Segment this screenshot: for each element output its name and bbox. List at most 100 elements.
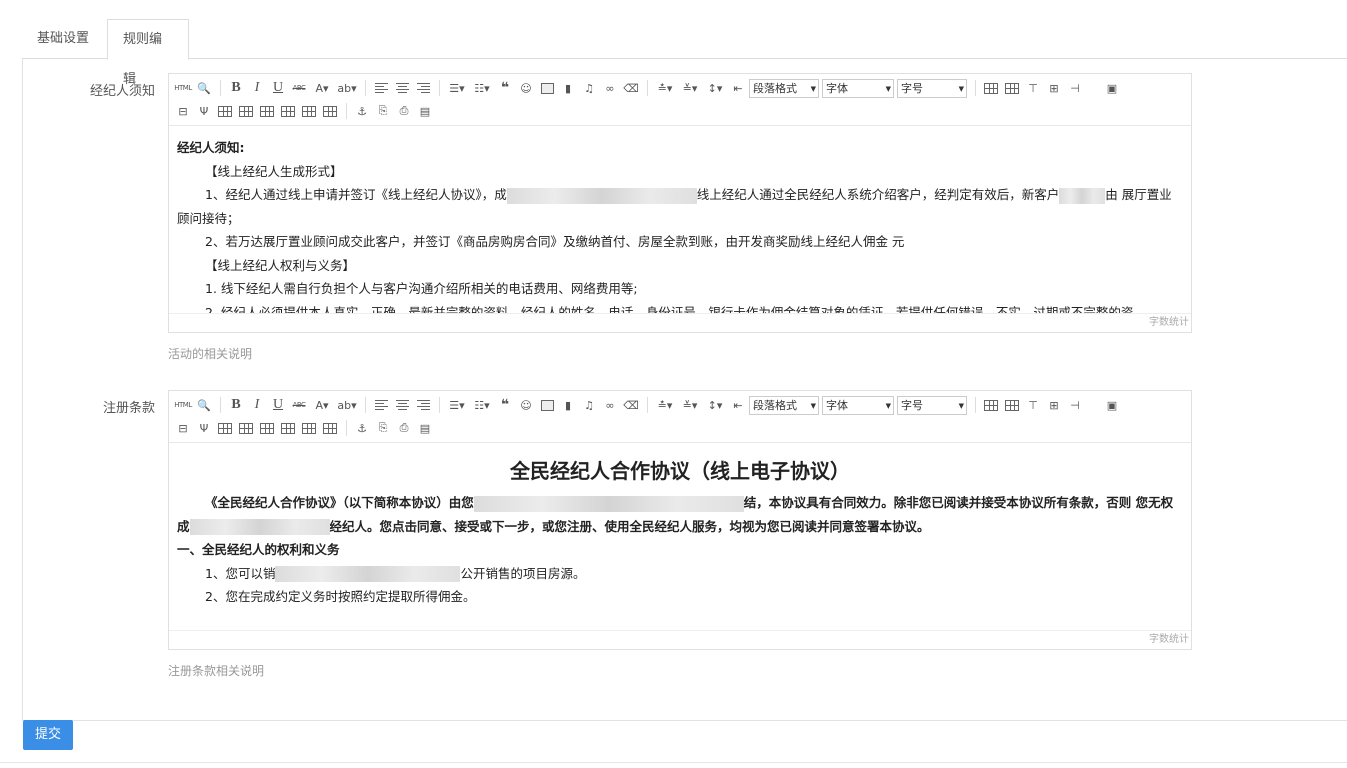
html-source-icon[interactable]: HTML — [173, 395, 193, 415]
broker-notice-editor[interactable]: HTML 🔍 B I U ABC A▾ ab▾ ☰▾ ☷▾ ❝ ☺ ▮ ♫ ∞ … — [168, 73, 1192, 333]
quote-icon[interactable]: ❝ — [495, 78, 515, 98]
highlight-color-icon[interactable]: ab▾ — [335, 395, 359, 415]
video-icon[interactable]: ▮ — [558, 78, 578, 98]
merge-cells-icon[interactable]: ⊟ — [173, 101, 193, 121]
insert-table-icon[interactable] — [981, 78, 1001, 98]
registration-terms-editor[interactable]: HTML 🔍 B I U ABC A▾ ab▾ ☰▾ ☷▾ ❝ ☺ ▮ ♫ ∞ … — [168, 390, 1192, 650]
line-height-icon[interactable]: ↕▾ — [703, 395, 727, 415]
unordered-list-icon[interactable]: ☷▾ — [470, 395, 494, 415]
indent-icon[interactable]: ⇤ — [728, 78, 748, 98]
preview-icon[interactable]: 🔍 — [194, 395, 214, 415]
template-icon[interactable]: ▤ — [415, 101, 435, 121]
delete-table-icon[interactable] — [320, 418, 340, 438]
emoji-icon[interactable]: ☺ — [516, 395, 536, 415]
delete-row-icon[interactable] — [299, 418, 319, 438]
agreement-title: 全民经纪人合作协议（线上电子协议） — [510, 459, 850, 483]
indent-icon[interactable]: ⇤ — [728, 395, 748, 415]
align-right-icon[interactable] — [413, 395, 433, 415]
link-icon[interactable]: ∞ — [600, 78, 620, 98]
music-icon[interactable]: ♫ — [579, 395, 599, 415]
insert-row-icon[interactable]: ⊤ — [1023, 78, 1043, 98]
ordered-list-icon[interactable]: ☰▾ — [445, 78, 469, 98]
align-center-icon[interactable] — [392, 395, 412, 415]
anchor-icon[interactable]: ⚓ — [352, 418, 372, 438]
insert-col-icon[interactable]: ⊞ — [1044, 395, 1064, 415]
font-family-select[interactable]: 字体 ▼ — [822, 78, 894, 98]
broker-notice-content[interactable]: 经纪人须知: 【线上经纪人生成形式】 1、经纪人通过线上申请并签订《线上经纪人协… — [169, 128, 1191, 314]
fullscreen-icon[interactable]: ▣ — [1102, 78, 1122, 98]
print-icon[interactable]: ⎙ — [394, 101, 414, 121]
delete-col-icon[interactable]: ⊣ — [1065, 78, 1085, 98]
delete-row-icon[interactable] — [299, 101, 319, 121]
page-break-icon[interactable]: ⎘ — [373, 101, 393, 121]
align-center-icon[interactable] — [392, 78, 412, 98]
footer-divider — [0, 762, 1347, 763]
strikethrough-icon[interactable]: ABC — [289, 395, 309, 415]
font-size-select[interactable]: 字号 ▼ — [897, 395, 967, 415]
align-left-icon[interactable] — [371, 78, 391, 98]
bold-icon[interactable]: B — [226, 78, 246, 98]
music-icon[interactable]: ♫ — [579, 78, 599, 98]
underline-icon[interactable]: U — [268, 78, 288, 98]
insert-table-icon[interactable] — [981, 395, 1001, 415]
quote-icon[interactable]: ❝ — [495, 395, 515, 415]
merge-right-icon[interactable] — [215, 418, 235, 438]
notice-paragraph-1: 1、经纪人通过线上申请并签订《线上经纪人协议》，成 线上经纪人通过全民经纪人系统介… — [177, 187, 1172, 226]
split-cols-icon[interactable] — [278, 101, 298, 121]
eraser-icon[interactable]: ⌫ — [621, 395, 641, 415]
split-cells-icon[interactable]: Ψ — [194, 101, 214, 121]
emoji-icon[interactable]: ☺ — [516, 78, 536, 98]
registration-terms-content[interactable]: 全民经纪人合作协议（线上电子协议） 《全民经纪人合作协议》（以下简称本协议）由您… — [169, 445, 1191, 631]
delete-table-icon[interactable] — [320, 101, 340, 121]
bold-icon[interactable]: B — [226, 395, 246, 415]
split-rows-icon[interactable] — [257, 418, 277, 438]
template-icon[interactable]: ▤ — [415, 418, 435, 438]
print-icon[interactable]: ⎙ — [394, 418, 414, 438]
fullscreen-icon[interactable]: ▣ — [1102, 395, 1122, 415]
page-break-icon[interactable]: ⎘ — [373, 418, 393, 438]
image-icon[interactable] — [537, 395, 557, 415]
font-color-icon[interactable]: A▾ — [310, 78, 334, 98]
tab-rule-editing[interactable]: 规则编辑 — [107, 19, 189, 87]
highlight-color-icon[interactable]: ab▾ — [335, 78, 359, 98]
align-right-icon[interactable] — [413, 78, 433, 98]
italic-icon[interactable]: I — [247, 78, 267, 98]
merge-down-icon[interactable] — [236, 101, 256, 121]
split-cols-icon[interactable] — [278, 418, 298, 438]
submit-button[interactable]: 提交 — [23, 720, 73, 750]
anchor-icon[interactable]: ⚓ — [352, 101, 372, 121]
row-spacing-top-icon[interactable]: ≛▾ — [653, 395, 677, 415]
merge-right-icon[interactable] — [215, 101, 235, 121]
table-properties-icon[interactable] — [1002, 78, 1022, 98]
eraser-icon[interactable]: ⌫ — [621, 78, 641, 98]
row-spacing-top-icon[interactable]: ≛▾ — [653, 78, 677, 98]
row-spacing-bottom-icon[interactable]: ≚▾ — [678, 78, 702, 98]
strikethrough-icon[interactable]: ABC — [289, 78, 309, 98]
unordered-list-icon[interactable]: ☷▾ — [470, 78, 494, 98]
underline-icon[interactable]: U — [268, 395, 288, 415]
table-properties-icon[interactable] — [1002, 395, 1022, 415]
split-rows-icon[interactable] — [257, 101, 277, 121]
insert-row-icon[interactable]: ⊤ — [1023, 395, 1043, 415]
link-icon[interactable]: ∞ — [600, 395, 620, 415]
preview-icon[interactable]: 🔍 — [194, 78, 214, 98]
font-family-select[interactable]: 字体 ▼ — [822, 395, 894, 415]
ordered-list-icon[interactable]: ☰▾ — [445, 395, 469, 415]
line-height-icon[interactable]: ↕▾ — [703, 78, 727, 98]
italic-icon[interactable]: I — [247, 395, 267, 415]
merge-cells-icon[interactable]: ⊟ — [173, 418, 193, 438]
insert-col-icon[interactable]: ⊞ — [1044, 78, 1064, 98]
merge-down-icon[interactable] — [236, 418, 256, 438]
paragraph-format-select[interactable]: 段落格式 ▼ — [749, 78, 819, 98]
font-size-select[interactable]: 字号 ▼ — [897, 78, 967, 98]
video-icon[interactable]: ▮ — [558, 395, 578, 415]
split-cells-icon[interactable]: Ψ — [194, 418, 214, 438]
delete-col-icon[interactable]: ⊣ — [1065, 395, 1085, 415]
paragraph-format-select[interactable]: 段落格式 ▼ — [749, 395, 819, 415]
align-left-icon[interactable] — [371, 395, 391, 415]
row-spacing-bottom-icon[interactable]: ≚▾ — [678, 395, 702, 415]
html-source-icon[interactable]: HTML — [173, 78, 193, 98]
tab-basic-settings[interactable]: 基础设置 — [22, 19, 104, 59]
image-icon[interactable] — [537, 78, 557, 98]
font-color-icon[interactable]: A▾ — [310, 395, 334, 415]
